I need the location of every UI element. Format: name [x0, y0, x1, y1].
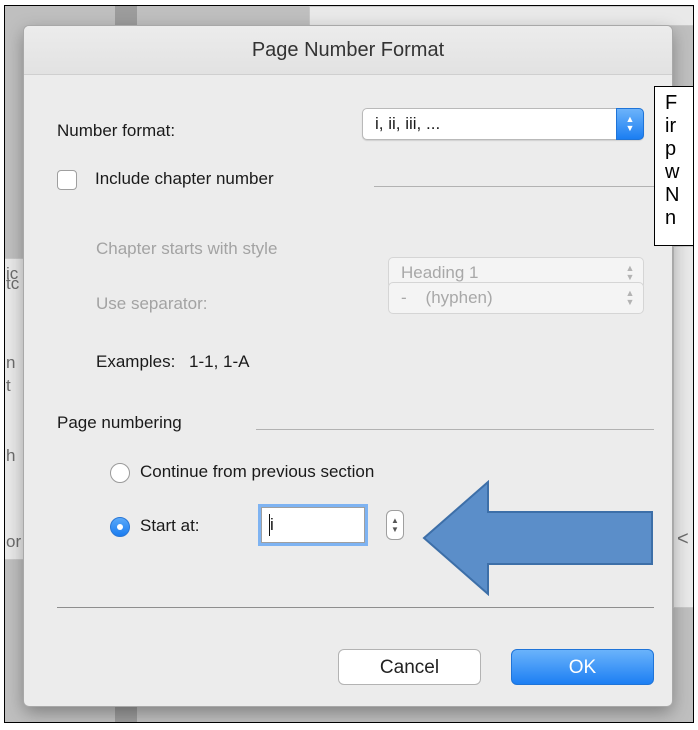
number-format-popup[interactable]: i, ii, iii, ... ▲ ▼: [362, 108, 644, 140]
callout-line: N: [665, 184, 680, 206]
background-window: [673, 246, 693, 608]
start-at-input[interactable]: i: [261, 507, 365, 543]
background-window: [309, 6, 693, 26]
page-number-format-dialog: Page Number Format Number format: i, ii,…: [24, 26, 672, 706]
continue-label: Continue from previous section: [140, 462, 375, 481]
background-text: or: [6, 532, 22, 551]
background-text: t: [6, 376, 11, 395]
stepper-up-icon: ▲: [391, 516, 399, 525]
callout-line: p: [665, 138, 677, 160]
background-text: n: [6, 353, 16, 372]
screenshot-frame: ic tc n t h or < Page Number Format Numb…: [4, 5, 694, 723]
background-text: tc: [6, 274, 20, 293]
ok-button[interactable]: OK: [511, 649, 654, 685]
start-at-label: Start at:: [140, 516, 200, 535]
chapter-style-value: Heading 1: [401, 263, 479, 282]
callout-line: ir: [665, 115, 677, 137]
examples-value: 1-1, 1-A: [189, 352, 250, 371]
start-at-stepper[interactable]: ▲ ▼: [386, 510, 404, 540]
callout-text-box: F ir p w N n: [654, 86, 693, 246]
continue-radio[interactable]: [110, 463, 130, 483]
separator-popup[interactable]: - (hyphen) ▲ ▼: [388, 282, 644, 314]
separator-value: - (hyphen): [401, 288, 493, 307]
callout-line: w: [665, 161, 680, 183]
start-at-radio[interactable]: [110, 517, 130, 537]
title-bar: Page Number Format: [24, 26, 672, 75]
chevron-down-icon: ▼: [625, 297, 635, 307]
page-numbering-label: Page numbering: [57, 413, 182, 432]
callout-line: n: [665, 207, 677, 229]
include-chapter-checkbox[interactable]: [57, 170, 77, 190]
chapter-style-label: Chapter starts with style: [96, 239, 278, 258]
page-numbering-separator-line: [256, 429, 654, 430]
stepper-down-icon: ▼: [391, 525, 399, 534]
arrow-annotation-icon: [422, 480, 653, 596]
include-chapter-label: Include chapter number: [95, 169, 274, 188]
separator-label: Use separator:: [96, 294, 208, 313]
background-text: h: [6, 446, 16, 465]
examples-label: Examples:: [96, 352, 176, 371]
start-at-value: i: [270, 515, 274, 534]
cancel-button[interactable]: Cancel: [338, 649, 481, 685]
chapter-separator-line: [374, 186, 654, 187]
number-format-value: i, ii, iii, ...: [375, 114, 441, 133]
background-window: [5, 258, 24, 560]
chevron-down-icon: ▼: [625, 272, 635, 282]
number-format-label: Number format:: [57, 121, 176, 140]
callout-line: F: [665, 92, 678, 114]
background-text: <: [677, 528, 689, 550]
footer-separator-line: [57, 607, 654, 608]
popup-arrows-icon: ▲ ▼: [616, 108, 644, 140]
dialog-title: Page Number Format: [251, 39, 445, 61]
